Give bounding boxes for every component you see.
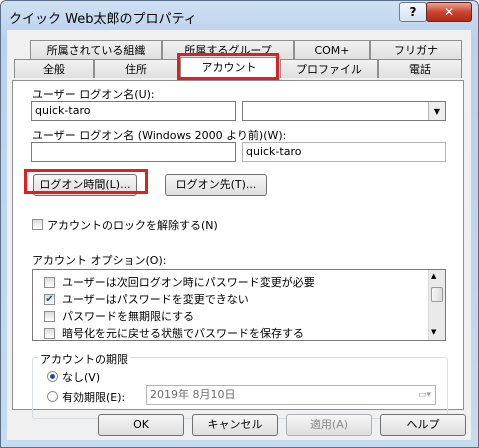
expiry-never-radio[interactable] [47,371,58,382]
domain-select[interactable]: ▼ [242,101,446,121]
help-title-button[interactable]: ? [399,2,427,22]
account-options-label: アカウント オプション(O): [32,254,167,267]
window-title: クイック Web太郎のプロパティ [9,12,197,27]
tab-organization[interactable]: 所属されている組織 [30,40,162,59]
tab-com-plus[interactable]: COM+ [294,40,370,59]
option-checkbox[interactable] [44,328,55,339]
expiry-group-label: アカウントの期限 [38,351,130,367]
close-button[interactable]: ✕ [426,2,472,22]
expiry-end-label: 有効期限(E): [62,391,126,404]
expiry-never-label: なし(V) [62,371,101,384]
title-bar: クイック Web太郎のプロパティ ? ✕ [1,1,478,31]
highlight-account-tab [177,53,279,80]
options-scrollbar[interactable]: ▲ ▼ [428,270,445,340]
calendar-dropdown-icon: ▭▾ [417,390,431,400]
pre2000-user-field: quick-taro [242,142,446,162]
cancel-button[interactable]: キャンセル [192,414,278,436]
option-label: ユーザーはパスワードを変更できない [62,293,249,306]
option-label: ユーザーは次回ログオン時にパスワード変更が必要 [62,276,315,289]
tab-address[interactable]: 住所 [94,59,178,78]
logon-name-input[interactable]: quick-taro [31,101,236,121]
option-checkbox[interactable] [44,311,55,322]
pre2000-domain-field[interactable] [31,142,236,162]
pre2000-label: ユーザー ログオン名 (Windows 2000 より前)(W): [32,129,287,142]
scroll-thumb[interactable] [431,287,443,302]
help-button[interactable]: ヘルプ [380,414,466,436]
highlight-logon-hours [24,169,148,194]
expiry-date-value: 2019年 8月10日 [150,388,236,401]
tab-telephones[interactable]: 電話 [378,59,462,78]
option-label: パスワードを無期限にする [62,310,195,323]
scroll-up-icon[interactable]: ▲ [431,272,436,280]
option-checkbox-checked[interactable]: ✔ [44,294,55,305]
expiry-end-radio[interactable] [47,391,58,402]
apply-button: 適用(A) [286,414,372,436]
option-label: 暗号化を元に戻せる状態でパスワードを保存する [62,327,304,340]
account-options-list[interactable]: ユーザーは次回ログオン時にパスワード変更が必要 ✔ ユーザーはパスワードを変更で… [32,269,446,341]
ok-button[interactable]: OK [98,414,184,436]
tab-profile[interactable]: プロファイル [280,59,378,78]
unlock-label: アカウントのロックを解除する(N) [47,219,218,232]
scroll-down-icon[interactable]: ▼ [431,328,436,336]
logon-name-label: ユーザー ログオン名(U): [32,88,155,101]
unlock-checkbox[interactable] [32,219,43,230]
option-checkbox[interactable] [44,277,55,288]
tab-general[interactable]: 全般 [14,59,94,78]
chevron-down-icon[interactable]: ▼ [428,102,445,120]
expiry-date-picker: 2019年 8月10日 ▭▾ [146,385,436,405]
logon-to-button[interactable]: ログオン先(T)... [165,174,267,196]
tab-furigana[interactable]: フリガナ [370,40,462,59]
